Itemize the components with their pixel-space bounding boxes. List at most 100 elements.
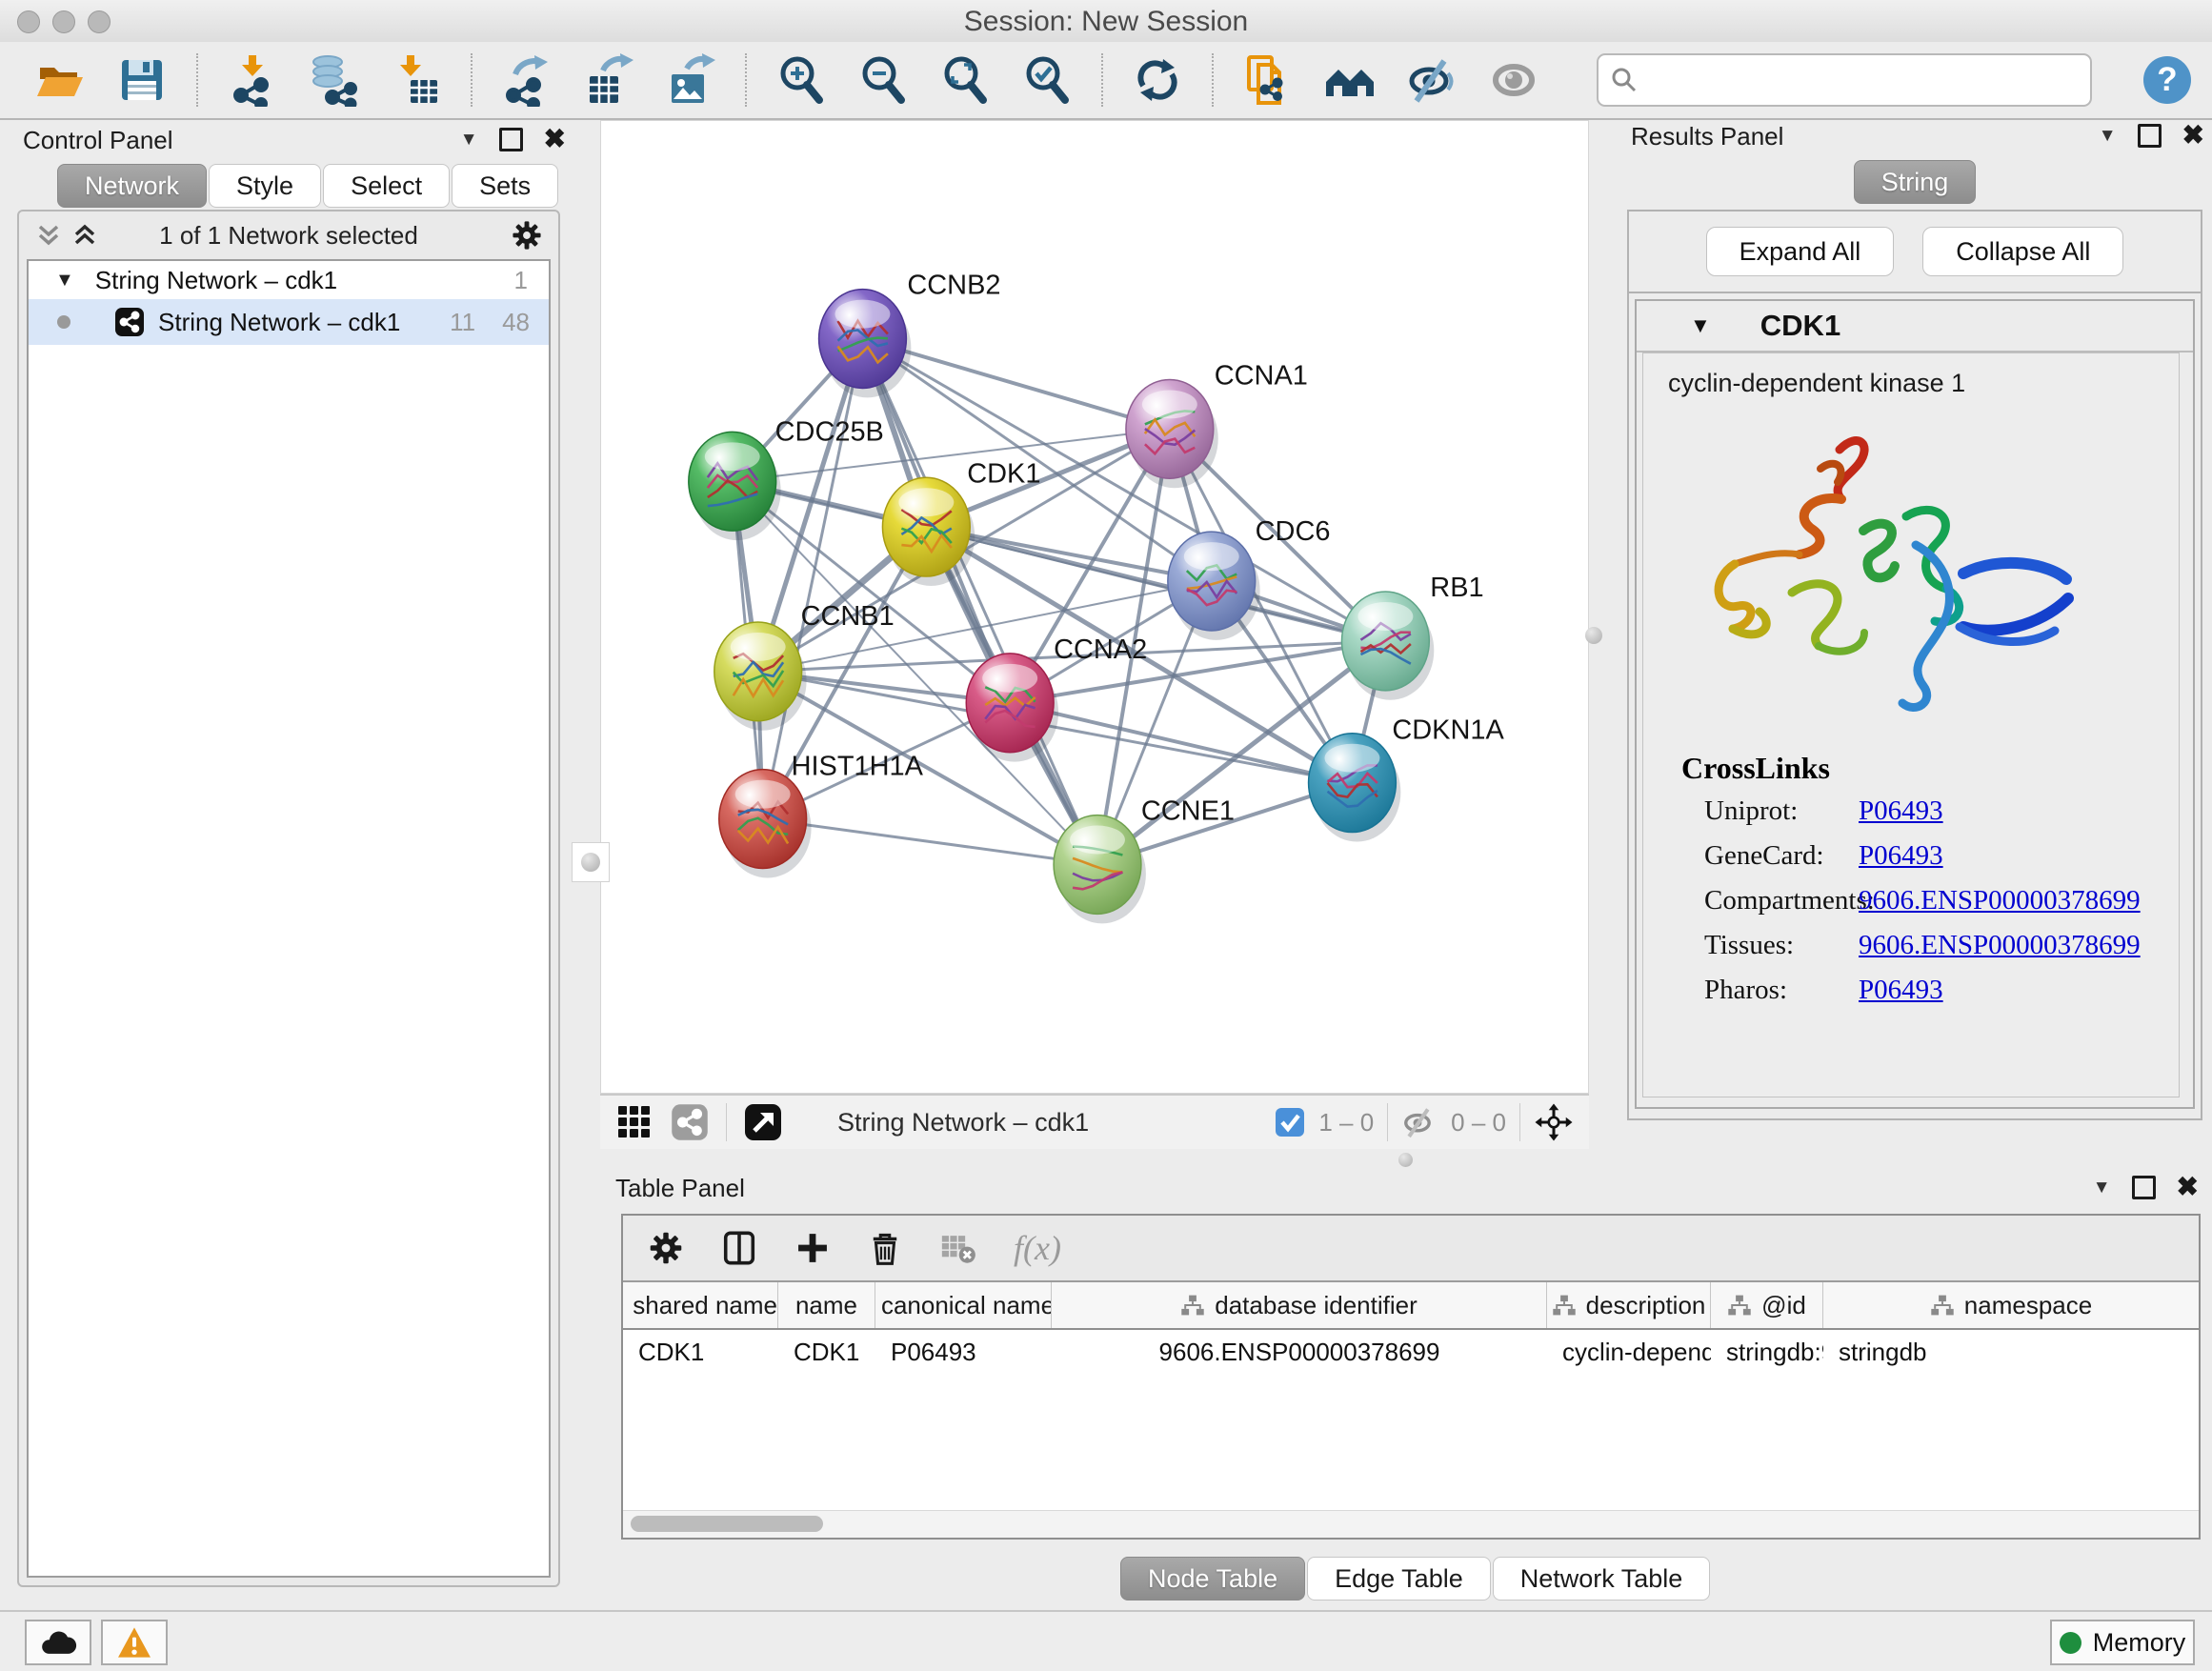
table-cell[interactable]: 9606.ENSP00000378699 <box>1052 1330 1547 1374</box>
delete-table-icon[interactable] <box>939 1229 977 1267</box>
show-columns-icon[interactable] <box>720 1229 758 1267</box>
column-type-icon <box>1552 1294 1577 1317</box>
horizontal-scrollbar[interactable] <box>623 1510 2199 1538</box>
tab-sets[interactable]: Sets <box>452 164 558 208</box>
memory-button[interactable]: Memory <box>2050 1620 2195 1665</box>
collection-expander-icon[interactable]: ▼ <box>55 270 74 292</box>
network-canvas[interactable]: CCNB2CCNA1CDC25BCDK1CDC6RB1CCNB1CCNA2CDK… <box>600 120 1589 1094</box>
open-session-button[interactable] <box>32 52 88 108</box>
import-network-database-button[interactable] <box>307 52 362 108</box>
zoom-in-button[interactable] <box>774 52 829 108</box>
right-splitter-handle[interactable] <box>1585 627 1602 644</box>
edge-HIST1H1A-CCNE1[interactable] <box>763 819 1097 865</box>
export-network-button[interactable] <box>499 52 554 108</box>
warnings-button[interactable] <box>101 1620 168 1665</box>
close-panel-icon[interactable]: ✖ <box>2182 122 2204 149</box>
crosslink-link[interactable]: P06493 <box>1859 795 2179 827</box>
edge-CCNA2-CDKN1A[interactable] <box>1010 703 1352 783</box>
panel-menu-icon[interactable]: ▼ <box>2099 127 2117 145</box>
zoom-fit-icon <box>938 53 992 107</box>
table-cell[interactable]: P06493 <box>875 1330 1052 1374</box>
import-network-file-button[interactable] <box>225 52 280 108</box>
tab-node-table[interactable]: Node Table <box>1120 1557 1305 1601</box>
table-settings-gear-icon[interactable] <box>648 1230 684 1266</box>
column-header-name[interactable]: name <box>778 1282 875 1328</box>
crosslink-link[interactable]: P06493 <box>1859 975 2179 1006</box>
edge-CCNB2-CCNE1[interactable] <box>862 339 1097 865</box>
toolbar-separator <box>1519 1103 1520 1141</box>
tab-network-table[interactable]: Network Table <box>1493 1557 1711 1601</box>
float-panel-icon[interactable] <box>499 128 523 151</box>
network-share-icon <box>114 307 145 337</box>
delete-column-trash-icon[interactable] <box>867 1230 903 1266</box>
table-cell[interactable]: stringdb:9... <box>1711 1330 1823 1374</box>
new-network-from-selection-button[interactable] <box>1240 52 1296 108</box>
tab-select[interactable]: Select <box>323 164 450 208</box>
export-table-icon <box>582 53 635 107</box>
control-panel-tabs: NetworkStyleSelectSets <box>57 164 560 208</box>
zoom-out-icon <box>856 53 910 107</box>
save-session-button[interactable] <box>114 52 170 108</box>
scrollbar-thumb[interactable] <box>631 1516 823 1532</box>
grid-view-icon[interactable] <box>615 1103 654 1141</box>
export-image-icon <box>664 53 717 107</box>
tab-style[interactable]: Style <box>209 164 321 208</box>
function-builder-icon[interactable]: f(x) <box>1014 1228 1061 1268</box>
node-section-header[interactable]: ▼ CDK1 <box>1637 301 2193 352</box>
table-cell[interactable]: CDK1 <box>623 1330 778 1374</box>
export-image-button[interactable] <box>663 52 718 108</box>
tab-edge-table[interactable]: Edge Table <box>1307 1557 1491 1601</box>
node-label-HIST1H1A: HIST1H1A <box>792 752 924 782</box>
zoom-fit-button[interactable] <box>937 52 993 108</box>
close-panel-icon[interactable]: ✖ <box>2177 1174 2199 1200</box>
show-all-button[interactable] <box>1486 52 1541 108</box>
crosslink-link[interactable]: P06493 <box>1859 840 2179 872</box>
close-panel-icon[interactable]: ✖ <box>544 126 566 152</box>
birdseye-view-icon[interactable] <box>744 1103 782 1141</box>
table-cell[interactable]: cyclin-dependent ... <box>1547 1330 1711 1374</box>
hide-selected-button[interactable] <box>1404 52 1459 108</box>
table-cell[interactable]: stringdb <box>1823 1330 2200 1374</box>
horizontal-splitter-handle[interactable] <box>1398 1153 1413 1167</box>
refresh-button[interactable] <box>1130 52 1185 108</box>
selected-checkbox-icon[interactable] <box>1275 1107 1305 1137</box>
left-splitter[interactable] <box>572 842 610 882</box>
column-header-namespace[interactable]: namespace <box>1823 1282 2200 1328</box>
move-network-icon[interactable] <box>1534 1102 1574 1142</box>
splitter-handle-icon[interactable] <box>581 853 600 872</box>
column-type-icon <box>1727 1294 1752 1317</box>
crosslink-link[interactable]: 9606.ENSP00000378699 <box>1859 885 2179 916</box>
search-input[interactable] <box>1648 58 2079 102</box>
zoom-selected-button[interactable] <box>1019 52 1075 108</box>
share-view-icon[interactable] <box>671 1103 709 1141</box>
column-header-description[interactable]: description <box>1547 1282 1711 1328</box>
gear-icon[interactable] <box>511 219 543 252</box>
hidden-eye-icon[interactable] <box>1401 1104 1438 1140</box>
tab-network[interactable]: Network <box>57 164 207 208</box>
panel-menu-icon[interactable]: ▼ <box>460 131 478 149</box>
create-column-plus-icon[interactable] <box>794 1230 831 1266</box>
table-cell[interactable]: CDK1 <box>778 1330 875 1374</box>
import-table-file-button[interactable] <box>389 52 444 108</box>
expand-all-button[interactable]: Expand All <box>1706 227 1895 276</box>
column-header-@id[interactable]: @id <box>1711 1282 1823 1328</box>
tab-string[interactable]: String <box>1854 160 1977 204</box>
export-table-button[interactable] <box>581 52 636 108</box>
cloud-services-button[interactable] <box>25 1620 91 1665</box>
panel-menu-icon[interactable]: ▼ <box>2093 1178 2111 1197</box>
collapse-all-button[interactable]: Collapse All <box>1922 227 2123 276</box>
float-panel-icon[interactable] <box>2132 1176 2156 1199</box>
column-header-database-identifier[interactable]: database identifier <box>1052 1282 1547 1328</box>
first-neighbors-button[interactable] <box>1322 52 1377 108</box>
column-header-canonical-name[interactable]: canonical name <box>875 1282 1052 1328</box>
help-button[interactable]: ? <box>2143 56 2191 104</box>
network-row-selected[interactable]: String Network – cdk1 11 48 <box>29 299 549 345</box>
table-row[interactable]: CDK1CDK1P064939606.ENSP00000378699cyclin… <box>623 1330 2199 1374</box>
zoom-out-button[interactable] <box>855 52 911 108</box>
network-collection-row[interactable]: ▼ String Network – cdk1 1 <box>29 261 549 299</box>
section-expander-icon[interactable]: ▼ <box>1690 313 1711 338</box>
column-header-shared-name[interactable]: shared name <box>623 1282 778 1328</box>
crosslink-link[interactable]: 9606.ENSP00000378699 <box>1859 930 2179 961</box>
edge-CCNB2-HIST1H1A[interactable] <box>763 339 863 819</box>
float-panel-icon[interactable] <box>2138 124 2162 148</box>
